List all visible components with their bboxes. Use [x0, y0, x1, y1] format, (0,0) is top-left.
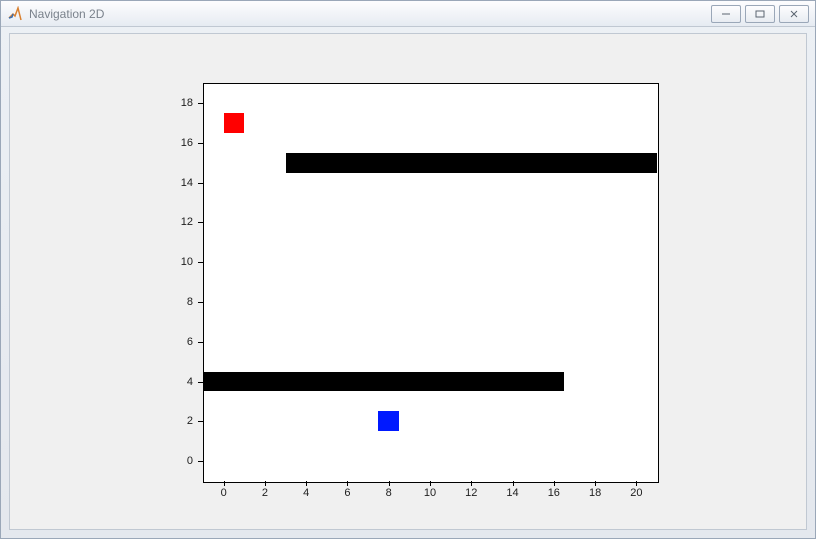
x-tick-label: 20 [630, 487, 642, 499]
x-tick [471, 481, 472, 486]
y-tick-label: 8 [187, 296, 193, 308]
figure-client-area: 0 2 4 6 8 10 12 14 16 18 20 0 2 4 6 8 10 12 14 16 18 [9, 33, 807, 530]
x-tick-label: 8 [386, 487, 392, 499]
y-tick [198, 421, 203, 422]
x-tick [347, 481, 348, 486]
obstacle-bottom [203, 372, 564, 392]
titlebar[interactable]: Navigation 2D [1, 1, 815, 27]
y-tick-label: 4 [187, 376, 193, 388]
x-tick-label: 12 [465, 487, 477, 499]
minimize-button[interactable] [711, 5, 741, 23]
y-tick-label: 6 [187, 336, 193, 348]
y-tick [198, 302, 203, 303]
x-tick [389, 481, 390, 486]
x-tick-label: 10 [424, 487, 436, 499]
matlab-icon [7, 6, 23, 22]
y-tick-label: 16 [181, 137, 193, 149]
axes-figure: 0 2 4 6 8 10 12 14 16 18 20 0 2 4 6 8 10 12 14 16 18 [10, 34, 806, 529]
obstacle-top [286, 153, 657, 173]
x-tick [430, 481, 431, 486]
y-tick-label: 12 [181, 216, 193, 228]
window-title: Navigation 2D [29, 7, 104, 21]
x-tick [554, 481, 555, 486]
agent-marker [378, 411, 399, 431]
x-tick [224, 481, 225, 486]
y-tick [198, 143, 203, 144]
x-tick [595, 481, 596, 486]
x-tick-label: 0 [221, 487, 227, 499]
x-tick [636, 481, 637, 486]
x-tick-label: 14 [506, 487, 518, 499]
y-tick [198, 103, 203, 104]
y-tick [198, 262, 203, 263]
close-button[interactable] [779, 5, 809, 23]
y-tick [198, 342, 203, 343]
x-tick-label: 2 [262, 487, 268, 499]
x-tick [265, 481, 266, 486]
y-tick [198, 461, 203, 462]
y-tick-label: 18 [181, 97, 193, 109]
plot-area[interactable] [203, 83, 659, 483]
x-tick [513, 481, 514, 486]
x-tick [306, 481, 307, 486]
y-tick-label: 2 [187, 415, 193, 427]
x-tick-label: 16 [548, 487, 560, 499]
x-tick-label: 18 [589, 487, 601, 499]
x-tick-label: 6 [344, 487, 350, 499]
y-tick-label: 14 [181, 177, 193, 189]
y-tick-label: 0 [187, 455, 193, 467]
app-window: Navigation 2D 0 2 4 6 8 10 12 14 16 18 20 0 2 4 6 8 10 12… [0, 0, 816, 539]
maximize-button[interactable] [745, 5, 775, 23]
y-tick [198, 183, 203, 184]
x-tick-label: 4 [303, 487, 309, 499]
y-tick [198, 222, 203, 223]
goal-marker [224, 113, 245, 133]
y-tick-label: 10 [181, 256, 193, 268]
